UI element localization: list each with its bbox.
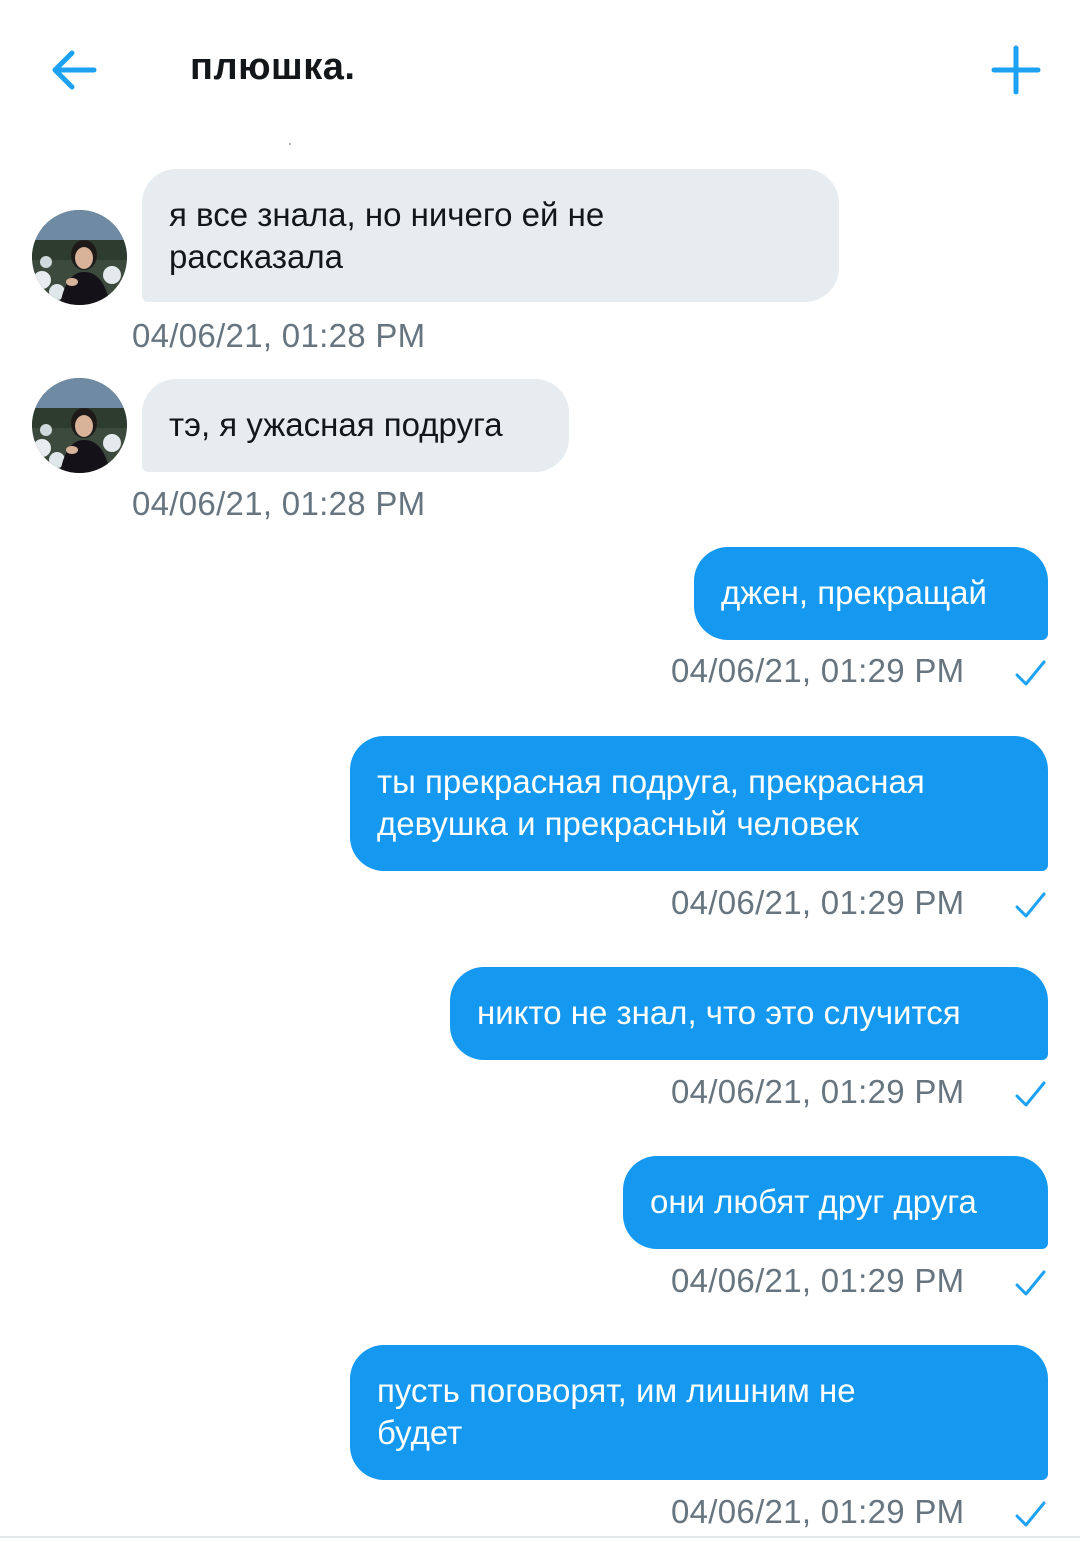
message-timestamp: 04/06/21, 01:29 PM	[671, 884, 965, 921]
back-button[interactable]	[44, 40, 104, 100]
checkmark-icon	[1015, 892, 1046, 918]
message-timestamp: 04/06/21, 01:28 PM	[132, 317, 426, 354]
message-bubble-outgoing[interactable]: ты прекрасная подруга, прекрасная девушк…	[350, 736, 1048, 871]
avatar[interactable]	[32, 378, 127, 473]
arrow-left-icon	[52, 50, 97, 90]
bottom-divider	[0, 1536, 1080, 1538]
message-bubble-outgoing[interactable]: пусть поговорят, им лишним не будет	[350, 1345, 1048, 1480]
message-bubble-incoming[interactable]: тэ, я ужасная подруга	[142, 379, 569, 472]
user-avatar-photo-icon	[32, 378, 127, 473]
avatar[interactable]	[32, 210, 127, 305]
message-bubble-outgoing[interactable]: никто не знал, что это случится	[450, 967, 1048, 1060]
message-timestamp: 04/06/21, 01:29 PM	[671, 1262, 965, 1299]
checkmark-icon	[1015, 1081, 1046, 1107]
message-timestamp: 04/06/21, 01:29 PM	[671, 1493, 965, 1530]
message-timestamp: 04/06/21, 01:29 PM	[671, 652, 965, 689]
checkmark-icon	[1015, 660, 1046, 686]
checkmark-icon	[1015, 1501, 1046, 1527]
message-timestamp: 04/06/21, 01:28 PM	[132, 485, 426, 522]
checkmark-icon	[1015, 1270, 1046, 1296]
plus-icon	[991, 45, 1041, 95]
user-avatar-photo-icon	[32, 210, 127, 305]
divider-dot	[289, 143, 291, 145]
message-bubble-incoming[interactable]: я все знала, но ничего ей не рассказала	[142, 169, 839, 302]
message-timestamp: 04/06/21, 01:29 PM	[671, 1073, 965, 1110]
message-bubble-outgoing[interactable]: джен, прекращай	[694, 547, 1048, 640]
top-bar: плюшка.	[0, 0, 1080, 140]
conversation-title: плюшка.	[190, 46, 356, 88]
new-message-button[interactable]	[984, 38, 1048, 102]
message-bubble-outgoing[interactable]: они любят друг друга	[623, 1156, 1048, 1249]
